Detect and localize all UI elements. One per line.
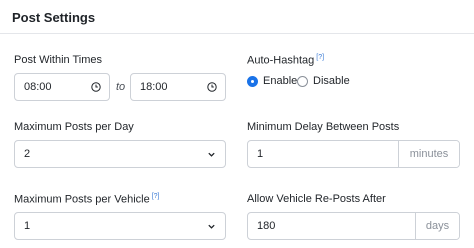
end-time-value: 18:00: [140, 81, 168, 93]
chevron-down-icon: [208, 224, 215, 229]
chevron-down-icon: [208, 152, 215, 157]
start-time-input[interactable]: 08:00: [14, 73, 110, 101]
max-posts-vehicle-label: Maximum Posts per Vehicle [?]: [14, 193, 160, 206]
min-delay-unit: minutes: [398, 141, 459, 167]
enable-radio[interactable]: [247, 75, 258, 87]
max-posts-vehicle-value: 1: [24, 220, 31, 232]
clock-icon[interactable]: [207, 82, 217, 92]
auto-hashtag-help-link[interactable]: [?]: [316, 54, 324, 61]
section-header: Post Settings: [0, 0, 474, 34]
clock-icon[interactable]: [91, 82, 101, 92]
repost-after-input-group: 180 days: [247, 212, 460, 240]
disable-radio-label: Disable: [313, 75, 350, 87]
repost-after-input[interactable]: 180: [248, 213, 415, 239]
min-delay-label: Minimum Delay Between Posts: [247, 121, 400, 133]
enable-radio-label: Enable: [263, 75, 298, 87]
post-within-times-label: Post Within Times: [14, 54, 103, 66]
min-delay-input[interactable]: 1: [248, 141, 398, 167]
max-posts-day-value: 2: [24, 148, 31, 160]
max-posts-day-select[interactable]: 2: [14, 140, 226, 168]
max-posts-vehicle-label-text: Maximum Posts per Vehicle: [14, 193, 150, 206]
max-posts-vehicle-select[interactable]: 1: [14, 212, 226, 240]
auto-hashtag-disable-option[interactable]: Disable: [297, 75, 350, 87]
max-posts-vehicle-help-link[interactable]: [?]: [152, 193, 160, 200]
repost-after-label: Allow Vehicle Re-Posts After: [247, 193, 386, 205]
repost-after-unit: days: [415, 213, 459, 239]
disable-radio[interactable]: [297, 75, 308, 87]
auto-hashtag-label-text: Auto-Hashtag: [247, 54, 315, 67]
start-time-value: 08:00: [24, 81, 52, 93]
time-range-separator: to: [116, 81, 126, 93]
end-time-input[interactable]: 18:00: [130, 73, 226, 101]
min-delay-input-group: 1 minutes: [247, 140, 460, 168]
auto-hashtag-label: Auto-Hashtag [?]: [247, 54, 324, 67]
auto-hashtag-enable-option[interactable]: Enable: [247, 75, 297, 87]
section-title: Post Settings: [12, 10, 96, 25]
max-posts-day-label: Maximum Posts per Day: [14, 121, 134, 133]
